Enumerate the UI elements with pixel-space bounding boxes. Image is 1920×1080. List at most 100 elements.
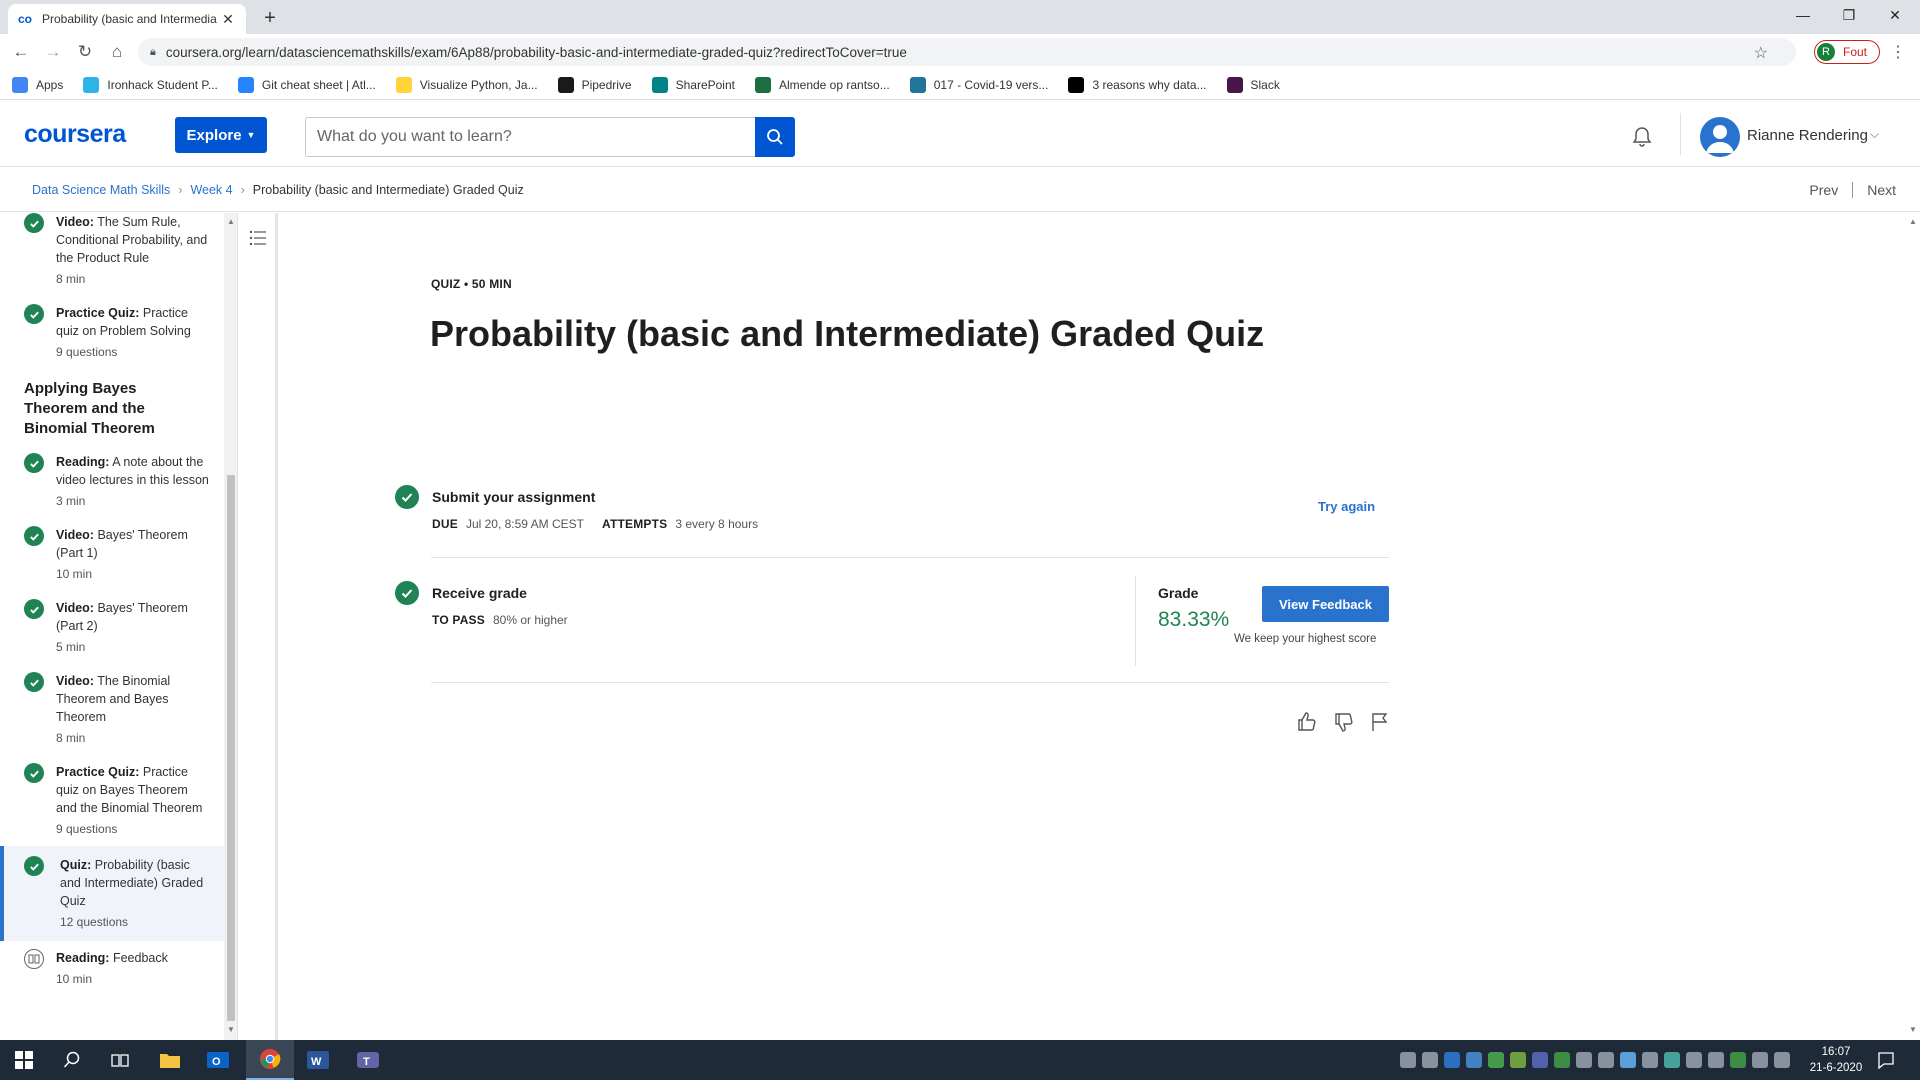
system-tray-icon[interactable] bbox=[1730, 1052, 1746, 1068]
chrome-menu-icon[interactable]: ⋮ bbox=[1890, 42, 1906, 62]
system-tray-icon[interactable] bbox=[1576, 1052, 1592, 1068]
tab-close-icon[interactable]: ✕ bbox=[220, 11, 236, 27]
breadcrumb-course[interactable]: Data Science Math Skills bbox=[32, 183, 170, 197]
sidebar-item[interactable]: Video: The Binomial Theorem and Bayes Th… bbox=[0, 664, 224, 755]
breadcrumb-week[interactable]: Week 4 bbox=[190, 183, 232, 197]
system-tray-icon[interactable] bbox=[1774, 1052, 1790, 1068]
system-tray-icon[interactable] bbox=[1598, 1052, 1614, 1068]
sidebar-item[interactable]: Video: Bayes' Theorem (Part 2) 5 min bbox=[0, 591, 224, 664]
explore-button[interactable]: Explore ▼ bbox=[175, 117, 267, 153]
sidebar-item[interactable]: Video: The Sum Rule, Conditional Probabi… bbox=[0, 213, 224, 296]
section-divider bbox=[431, 557, 1389, 558]
sidebar-scroll-thumb[interactable] bbox=[227, 475, 235, 1021]
reload-icon[interactable]: ↻ bbox=[73, 40, 97, 64]
system-tray-icon[interactable] bbox=[1620, 1052, 1636, 1068]
teams-icon[interactable]: T bbox=[344, 1040, 392, 1080]
search-input[interactable]: What do you want to learn? bbox=[305, 117, 755, 157]
receive-details: TO PASS 80% or higher bbox=[432, 613, 568, 627]
system-clock[interactable]: 16:07 21-6-2020 bbox=[1806, 1044, 1866, 1076]
system-tray-icon[interactable] bbox=[1554, 1052, 1570, 1068]
bookmark-item[interactable]: Slack bbox=[1226, 76, 1280, 93]
item-type: Reading: bbox=[56, 951, 110, 965]
system-tray-icon[interactable] bbox=[1466, 1052, 1482, 1068]
home-icon[interactable]: ⌂ bbox=[105, 40, 129, 64]
windows-start-icon[interactable] bbox=[0, 1040, 48, 1080]
bookmark-item[interactable]: Pipedrive bbox=[557, 76, 632, 93]
bookmarks-bar: Apps Ironhack Student P... Git cheat sheet… bbox=[0, 70, 1920, 100]
task-view-icon[interactable] bbox=[96, 1040, 144, 1080]
bookmark-item[interactable]: Ironhack Student P... bbox=[83, 76, 218, 93]
system-tray-icon[interactable] bbox=[1444, 1052, 1460, 1068]
notification-bell-icon[interactable] bbox=[1630, 125, 1654, 149]
bookmark-star-icon[interactable]: ☆ bbox=[1754, 43, 1768, 63]
thumbs-up-icon[interactable] bbox=[1295, 710, 1319, 734]
check-circle-icon bbox=[24, 304, 44, 324]
next-link[interactable]: Next bbox=[1867, 182, 1896, 198]
sidebar-item[interactable]: Video: Bayes' Theorem (Part 1) 10 min bbox=[0, 518, 224, 591]
browser-tab-strip: co Probability (basic and Intermedia ✕ +… bbox=[0, 0, 1920, 34]
user-avatar[interactable] bbox=[1700, 117, 1740, 157]
forward-icon[interactable]: → bbox=[41, 40, 65, 64]
check-circle-icon bbox=[24, 453, 44, 473]
sidebar-item[interactable]: Reading: Feedback 10 min bbox=[0, 941, 224, 996]
attempts-label: ATTEMPTS bbox=[602, 517, 668, 531]
system-tray-icon[interactable] bbox=[1686, 1052, 1702, 1068]
bookmark-item[interactable]: 3 reasons why data... bbox=[1068, 76, 1207, 93]
sidebar-item[interactable]: Practice Quiz: Practice quiz on Problem … bbox=[0, 296, 224, 369]
search-button[interactable] bbox=[755, 117, 795, 157]
page-scrollbar[interactable]: ▲ ▼ bbox=[1906, 213, 1920, 1040]
check-circle-icon bbox=[24, 856, 44, 876]
restore-icon[interactable]: ❐ bbox=[1826, 0, 1872, 30]
new-tab-icon[interactable]: + bbox=[258, 6, 282, 30]
bookmark-item[interactable]: Visualize Python, Ja... bbox=[395, 76, 538, 93]
minimize-icon[interactable]: — bbox=[1780, 0, 1826, 30]
bookmark-item[interactable]: 017 - Covid-19 vers... bbox=[909, 76, 1048, 93]
page-scroll-up-icon[interactable]: ▲ bbox=[1909, 217, 1917, 226]
highest-score-note: We keep your highest score bbox=[1234, 633, 1377, 645]
chrome-taskbar-icon[interactable] bbox=[246, 1040, 294, 1080]
outline-list-icon[interactable] bbox=[249, 229, 267, 247]
action-center-icon[interactable] bbox=[1876, 1050, 1896, 1070]
address-bar[interactable]: 🔒︎ coursera.org/learn/datasciencemathski… bbox=[138, 38, 1796, 66]
bookmark-item[interactable]: Almende op rantso... bbox=[754, 76, 890, 93]
back-icon[interactable]: ← bbox=[9, 40, 33, 64]
try-again-link[interactable]: Try again bbox=[1318, 499, 1375, 514]
system-tray-icon[interactable] bbox=[1532, 1052, 1548, 1068]
sidebar-item[interactable]: Reading: A note about the video lectures… bbox=[0, 445, 224, 518]
view-feedback-button[interactable]: View Feedback bbox=[1262, 586, 1389, 622]
system-tray-icon[interactable] bbox=[1752, 1052, 1768, 1068]
window-close-icon[interactable]: ✕ bbox=[1872, 0, 1918, 30]
system-tray-icon[interactable] bbox=[1708, 1052, 1724, 1068]
system-tray-icon[interactable] bbox=[1488, 1052, 1504, 1068]
search-icon bbox=[767, 129, 783, 145]
to-pass-value: 80% or higher bbox=[492, 613, 568, 627]
system-tray-icon[interactable] bbox=[1510, 1052, 1526, 1068]
tab-title: Probability (basic and Intermedia bbox=[42, 12, 217, 26]
bookmark-item[interactable]: SharePoint bbox=[651, 76, 735, 93]
system-tray-icon[interactable] bbox=[1400, 1052, 1416, 1068]
page-scroll-down-icon[interactable]: ▼ bbox=[1909, 1025, 1917, 1034]
system-tray-icon[interactable] bbox=[1642, 1052, 1658, 1068]
taskbar-search-icon[interactable] bbox=[48, 1040, 96, 1080]
profile-button[interactable]: R Fout bbox=[1814, 40, 1880, 64]
user-menu-chevron-icon[interactable]: ⌵ bbox=[1870, 127, 1879, 142]
scroll-up-icon[interactable]: ▲ bbox=[227, 217, 235, 226]
breadcrumb-chevron-icon: › bbox=[178, 182, 183, 197]
coursera-logo[interactable]: coursera bbox=[24, 120, 126, 149]
prev-link[interactable]: Prev bbox=[1809, 182, 1838, 198]
bookmark-item[interactable]: Git cheat sheet | Atl... bbox=[237, 76, 376, 93]
thumbs-down-icon[interactable] bbox=[1332, 710, 1356, 734]
flag-icon[interactable] bbox=[1368, 710, 1392, 734]
word-icon[interactable]: W bbox=[294, 1040, 342, 1080]
user-name[interactable]: Rianne Rendering bbox=[1747, 127, 1868, 144]
header-divider bbox=[1680, 113, 1681, 155]
browser-tab[interactable]: co Probability (basic and Intermedia ✕ bbox=[8, 4, 246, 34]
sidebar-item[interactable]: Practice Quiz: Practice quiz on Bayes Th… bbox=[0, 755, 224, 846]
bookmark-item[interactable]: Apps bbox=[12, 76, 63, 93]
sidebar-item[interactable]: Quiz: Probability (basic and Intermediat… bbox=[0, 846, 224, 941]
system-tray-icon[interactable] bbox=[1664, 1052, 1680, 1068]
system-tray-icon[interactable] bbox=[1422, 1052, 1438, 1068]
file-explorer-icon[interactable] bbox=[146, 1040, 194, 1080]
outlook-icon[interactable]: O bbox=[194, 1040, 242, 1080]
scroll-down-icon[interactable]: ▼ bbox=[227, 1025, 235, 1034]
